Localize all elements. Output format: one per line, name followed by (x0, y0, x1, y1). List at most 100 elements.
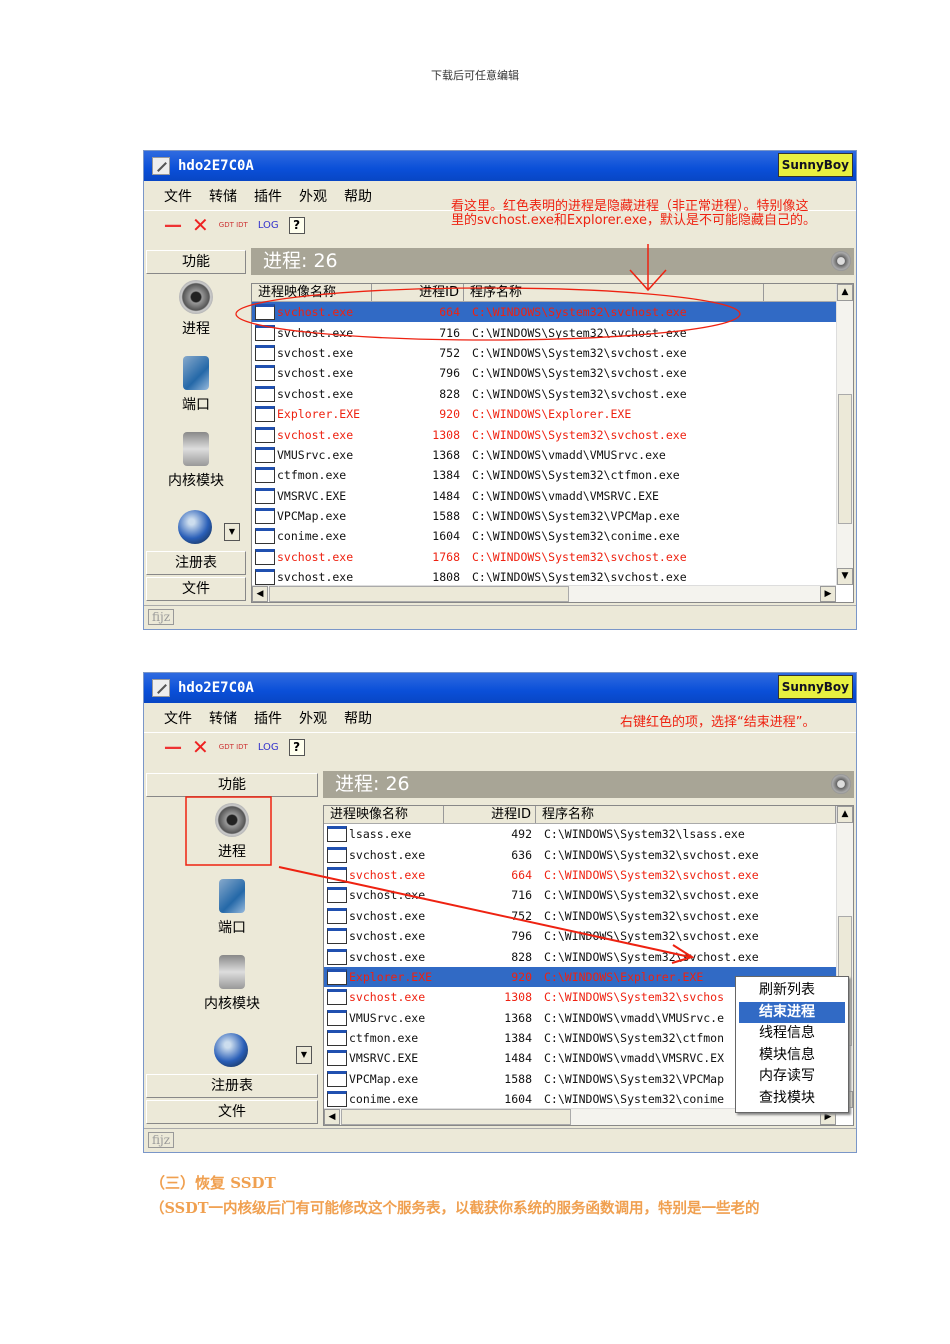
log-icon[interactable]: LOG (258, 220, 279, 231)
help-icon[interactable]: ? (288, 738, 305, 756)
minimize-icon[interactable]: — (164, 215, 182, 236)
sidebar-item[interactable]: 内核模块 (146, 955, 318, 1013)
process-name: conime.exe (277, 529, 347, 544)
refresh-gear-icon[interactable] (831, 251, 851, 271)
context-menu-item[interactable]: 模块信息 (739, 1045, 845, 1067)
scroll-right-arrow[interactable]: ▶ (820, 586, 836, 602)
scroll-down-arrow[interactable]: ▼ (837, 568, 853, 585)
column-header[interactable]: 进程映像名称 (324, 806, 444, 823)
table-row[interactable]: svchost.exe 828 C:\WINDOWS\System32\svchos… (252, 384, 853, 404)
kernel-module-icon (183, 432, 209, 466)
process-name: VMUSrvc.exe (349, 1010, 426, 1025)
table-row[interactable]: svchost.exe 716 C:\WINDOWS\System32\svchos… (324, 885, 853, 905)
status-bar: fijz (144, 1128, 856, 1152)
scroll-thumb[interactable] (341, 1109, 571, 1125)
table-row[interactable]: lsass.exe 492 C:\WINDOWS\System32\lsass.ex… (324, 824, 853, 844)
sidebar-item-label: 端口 (218, 920, 246, 936)
table-row[interactable]: ctfmon.exe 1384 C:\WINDOWS\System32\ctfmon… (252, 465, 853, 485)
sidebar-item[interactable]: 端口 (146, 356, 246, 414)
menu-item[interactable]: 帮助 (344, 708, 372, 728)
minimize-icon[interactable]: — (164, 737, 182, 758)
sidebar-tab[interactable]: 文件 (146, 577, 246, 601)
table-row[interactable]: svchost.exe 716 C:\WINDOWS\System32\svchos… (252, 322, 853, 342)
column-header[interactable]: 程序名称 (536, 806, 836, 823)
vertical-scrollbar[interactable]: ▲▼ (836, 284, 853, 585)
table-row[interactable]: svchost.exe 752 C:\WINDOWS\System32\svchos… (252, 343, 853, 363)
menu-item[interactable]: 转储 (209, 708, 237, 728)
help-icon[interactable]: ? (288, 216, 305, 234)
table-row[interactable]: svchost.exe 752 C:\WINDOWS\System32\svchos… (324, 906, 853, 926)
process-name: svchost.exe (277, 549, 354, 564)
sidebar-tab[interactable]: 注册表 (146, 551, 246, 575)
title-bar: hdo2E7C0A SunnyBoy (144, 151, 856, 181)
process-name: ctfmon.exe (277, 468, 347, 483)
menu-item[interactable]: 外观 (299, 186, 327, 206)
scroll-left-arrow[interactable]: ◀ (324, 1109, 340, 1125)
menu-item[interactable]: 插件 (254, 708, 282, 728)
scroll-down-button[interactable]: ▼ (224, 523, 240, 541)
process-id: 796 (439, 366, 460, 381)
table-row[interactable]: svchost.exe 664 C:\WINDOWS\System32\svchos… (252, 302, 853, 323)
context-menu-item[interactable]: 内存读写 (739, 1066, 845, 1088)
process-name: svchost.exe (277, 345, 354, 360)
sidebar-header[interactable]: 功能 (146, 773, 318, 797)
menu-item[interactable]: 外观 (299, 708, 327, 728)
sidebar-item[interactable]: 端口 (146, 879, 318, 937)
table-row[interactable]: svchost.exe 1768 C:\WINDOWS\System32\svcho… (252, 547, 853, 567)
process-id: 1384 (504, 1031, 532, 1046)
process-name: svchost.exe (349, 929, 426, 944)
column-header[interactable]: 进程映像名称 (252, 284, 372, 301)
table-row[interactable]: svchost.exe 636 C:\WINDOWS\System32\svchos… (324, 844, 853, 864)
process-panel: 进程: 26 进程映像名称 进程ID 程序名称 svchost.exe 664 C:\WIN… (251, 248, 854, 603)
scroll-thumb[interactable] (838, 394, 852, 524)
horizontal-scrollbar[interactable]: ◀ ▶ (252, 585, 836, 602)
table-row[interactable]: conime.exe 1604 C:\WINDOWS\System32\conime… (252, 526, 853, 546)
process-path: C:\WINDOWS\System32\svchost.exe (544, 949, 759, 964)
close-icon[interactable]: ✕ (192, 735, 209, 759)
scroll-left-arrow[interactable]: ◀ (252, 586, 268, 602)
menu-item[interactable]: 文件 (164, 708, 192, 728)
table-row[interactable]: VMSRVC.EXE 1484 C:\WINDOWS\vmadd\VMSRVC.EX… (252, 486, 853, 506)
sidebar-item-label: 进程 (218, 844, 246, 860)
sidebar-tab[interactable]: 文件 (146, 1100, 318, 1124)
scroll-up-arrow[interactable]: ▲ (837, 284, 853, 301)
menu-item[interactable]: 帮助 (344, 186, 372, 206)
process-list: 进程映像名称 进程ID 程序名称 svchost.exe 664 C:\WINDOWS\S… (251, 283, 854, 603)
menu-item[interactable]: 插件 (254, 186, 282, 206)
context-menu-item[interactable]: 线程信息 (739, 1023, 845, 1045)
sidebar-tab[interactable]: 注册表 (146, 1074, 318, 1098)
sidebar-item[interactable]: 内核模块 (146, 432, 246, 490)
column-header[interactable]: 程序名称 (464, 284, 764, 301)
table-row[interactable]: svchost.exe 1308 C:\WINDOWS\System32\svcho… (252, 424, 853, 444)
scroll-thumb[interactable] (269, 586, 569, 602)
table-row[interactable]: VMUSrvc.exe 1368 C:\WINDOWS\vmadd\VMUSrvc.… (252, 445, 853, 465)
column-header[interactable]: 进程ID (372, 284, 464, 301)
table-row[interactable]: svchost.exe 828 C:\WINDOWS\System32\svchos… (324, 946, 853, 966)
table-row[interactable]: Explorer.EXE 920 C:\WINDOWS\Explorer.EXE (252, 404, 853, 424)
gdt-idt-icon[interactable]: GDT IDT (219, 221, 248, 229)
process-name: svchost.exe (277, 570, 354, 585)
network-port-icon (219, 879, 245, 913)
scroll-up-arrow[interactable]: ▲ (837, 806, 853, 823)
scroll-down-button[interactable]: ▼ (296, 1046, 312, 1064)
table-row[interactable]: svchost.exe 796 C:\WINDOWS\System32\svchos… (252, 363, 853, 383)
context-menu-item[interactable]: 刷新列表 (739, 980, 845, 1002)
log-icon[interactable]: LOG (258, 742, 279, 753)
table-row[interactable]: VPCMap.exe 1588 C:\WINDOWS\System32\VPCMap… (252, 506, 853, 526)
menu-item[interactable]: 文件 (164, 186, 192, 206)
process-path: C:\WINDOWS\System32\svchost.exe (472, 570, 687, 585)
menu-item[interactable]: 转储 (209, 186, 237, 206)
sidebar-item[interactable]: 进程 (146, 803, 318, 861)
gdt-idt-icon[interactable]: GDT IDT (219, 743, 248, 751)
process-id: 1588 (432, 509, 460, 524)
close-icon[interactable]: ✕ (192, 213, 209, 237)
process-icon (327, 989, 347, 1006)
refresh-gear-icon[interactable] (831, 774, 851, 794)
sidebar-header[interactable]: 功能 (146, 250, 246, 274)
sidebar-item[interactable]: 进程 (146, 280, 246, 338)
context-menu-item[interactable]: 结束进程 (739, 1001, 845, 1023)
table-row[interactable]: svchost.exe 796 C:\WINDOWS\System32\svchos… (324, 926, 853, 946)
table-row[interactable]: svchost.exe 664 C:\WINDOWS\System32\svchos… (324, 865, 853, 885)
context-menu-item[interactable]: 查找模块 (739, 1088, 845, 1110)
column-header[interactable]: 进程ID (444, 806, 536, 823)
